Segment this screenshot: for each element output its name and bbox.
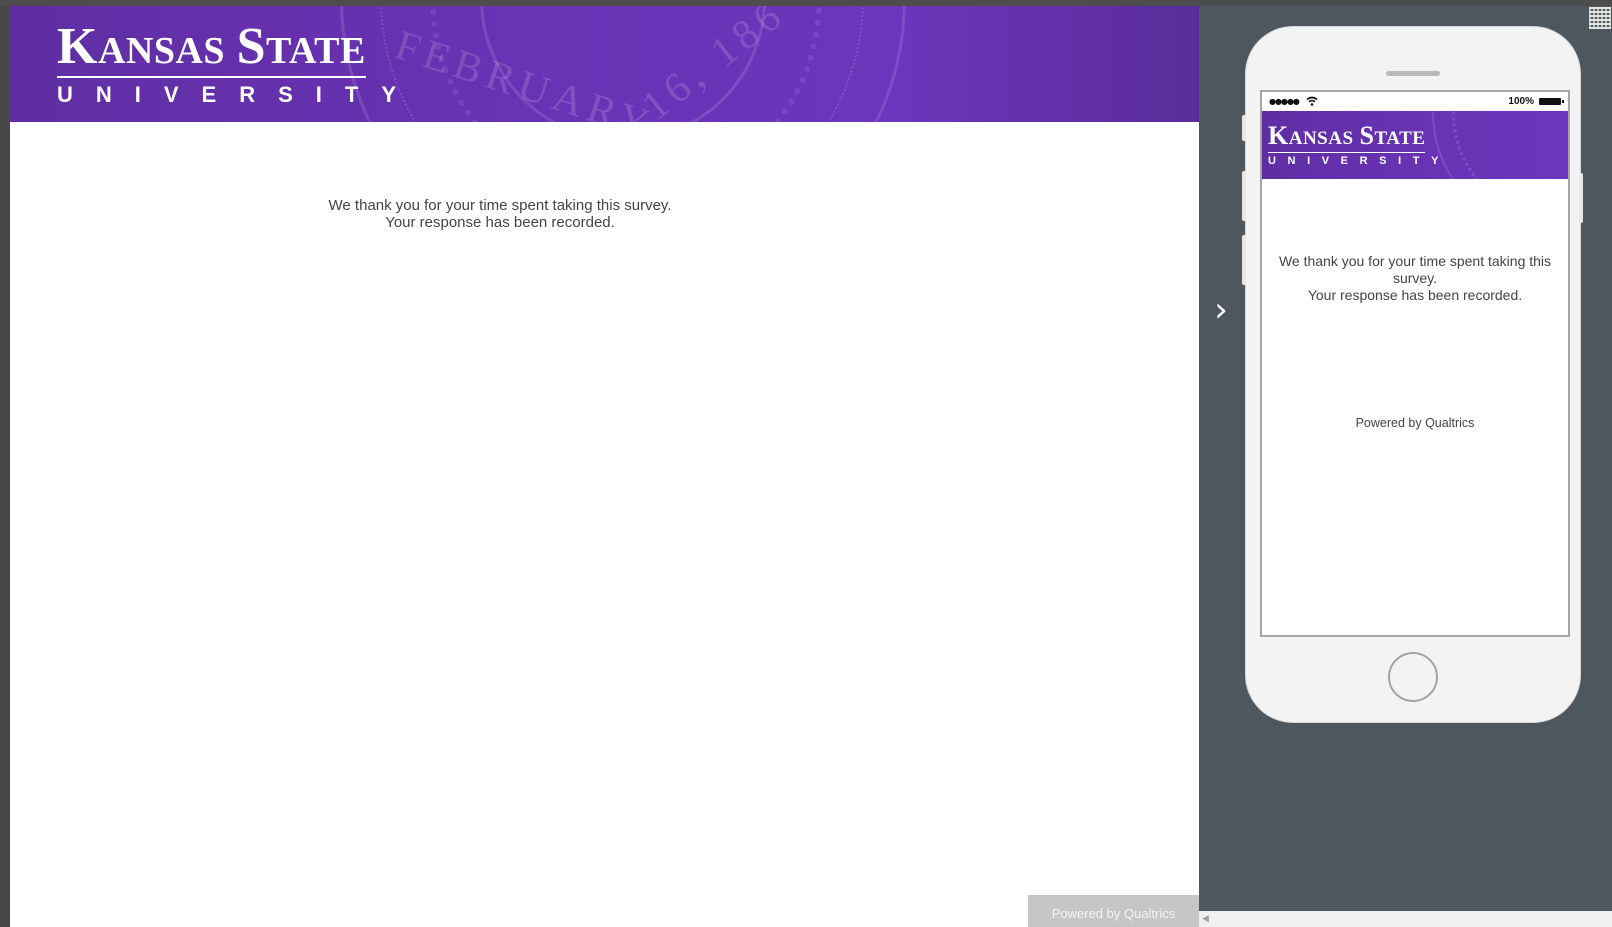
phone-status-bar: ●●●●● 100% bbox=[1262, 92, 1568, 111]
battery-percentage: 100% bbox=[1508, 96, 1534, 107]
mobile-logo-initial-k: K bbox=[1268, 121, 1289, 150]
qr-code-icon[interactable] bbox=[1589, 7, 1611, 29]
phone-volume-down bbox=[1242, 235, 1246, 285]
wifi-icon bbox=[1306, 96, 1318, 106]
kansas-state-logo: KANSAS STATE UNIVERSITY bbox=[57, 21, 420, 108]
mobile-logo-university: UNIVERSITY bbox=[1268, 155, 1451, 167]
mobile-seal-ring-inner bbox=[1452, 111, 1568, 179]
logo-word-kansas: ANSAS bbox=[97, 30, 226, 72]
thank-you-line-1: We thank you for your time spent taking … bbox=[328, 197, 672, 214]
mobile-header-banner: KANSAS STATE UNIVERSITY bbox=[1262, 111, 1568, 179]
signal-strength-icon: ●●●●● bbox=[1269, 97, 1300, 106]
survey-panel: FEBRUARY 16, 186 KANSAS STATE UNIVERSITY… bbox=[10, 6, 1199, 927]
mobile-logo-wordmark: KANSAS STATE bbox=[1268, 121, 1426, 153]
home-button[interactable] bbox=[1388, 652, 1438, 702]
powered-by-qualtrics-link[interactable]: Powered by Qualtrics bbox=[1028, 895, 1199, 927]
logo-university: UNIVERSITY bbox=[57, 82, 420, 107]
mobile-thank-you-line-1: We thank you for your time spent taking … bbox=[1278, 253, 1552, 286]
chevron-right-icon[interactable]: › bbox=[1206, 293, 1236, 327]
mobile-logo-word-state: TATE bbox=[1374, 128, 1426, 149]
mobile-logo-initial-s: S bbox=[1359, 121, 1375, 150]
phone-speaker bbox=[1386, 71, 1440, 76]
mobile-kansas-state-logo: KANSAS STATE UNIVERSITY bbox=[1268, 121, 1451, 167]
logo-wordmark: KANSAS STATE bbox=[57, 21, 366, 78]
mobile-logo-word-kansas: ANSAS bbox=[1288, 128, 1354, 149]
phone-frame: ●●●●● 100% KANSAS STATE UNIVERSITY We th… bbox=[1242, 26, 1583, 723]
phone-mute-switch bbox=[1242, 115, 1246, 141]
logo-initial-k: K bbox=[57, 18, 98, 75]
scroll-left-icon[interactable]: ◀ bbox=[1202, 914, 1209, 924]
header-banner: FEBRUARY 16, 186 KANSAS STATE UNIVERSITY bbox=[10, 6, 1199, 122]
phone-volume-up bbox=[1242, 171, 1246, 221]
battery-icon bbox=[1539, 98, 1564, 105]
horizontal-scrollbar[interactable]: ◀ bbox=[1199, 911, 1612, 927]
mobile-thank-you-line-2: Your response has been recorded. bbox=[1307, 287, 1523, 303]
thank-you-line-2: Your response has been recorded. bbox=[385, 214, 615, 231]
logo-word-state: TATE bbox=[265, 30, 366, 72]
mobile-thank-you-message: We thank you for your time spent taking … bbox=[1272, 253, 1558, 304]
left-edge bbox=[0, 6, 10, 927]
thank-you-message: We thank you for your time spent taking … bbox=[10, 197, 990, 231]
phone-power-button bbox=[1579, 173, 1583, 223]
logo-initial-s: S bbox=[236, 18, 266, 75]
phone-screen: ●●●●● 100% KANSAS STATE UNIVERSITY We th… bbox=[1260, 90, 1570, 637]
mobile-powered-by-qualtrics-link[interactable]: Powered by Qualtrics bbox=[1262, 416, 1568, 430]
